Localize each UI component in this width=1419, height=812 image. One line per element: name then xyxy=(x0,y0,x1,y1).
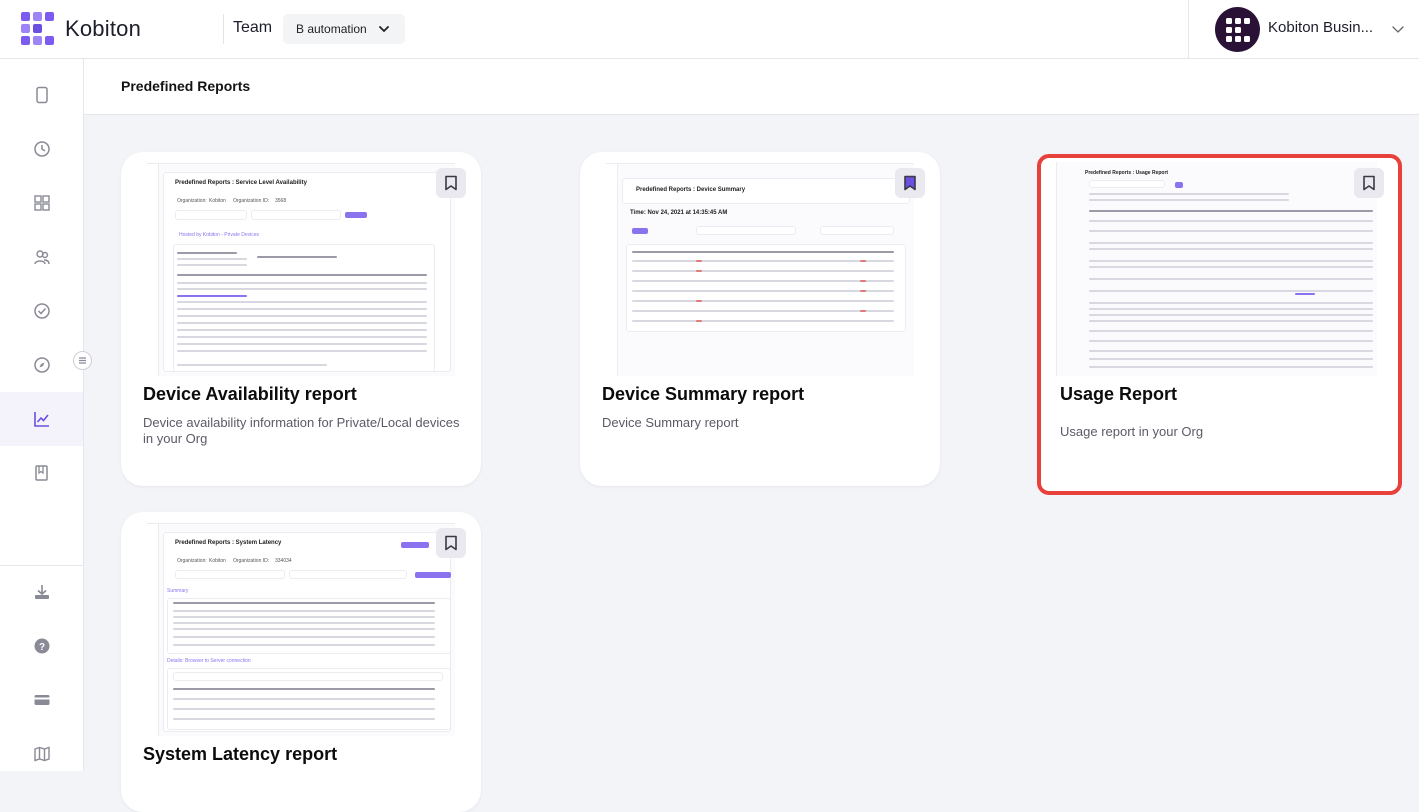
report-thumbnail: Predefined Reports : Device Summary Time… xyxy=(606,152,914,376)
users-icon xyxy=(33,250,50,265)
org-logo-icon xyxy=(1225,17,1250,42)
sidebar-item-users[interactable] xyxy=(0,230,83,284)
team-label: Team xyxy=(233,19,273,36)
download-icon xyxy=(34,585,49,599)
bookmark-icon xyxy=(904,175,916,191)
thumbnail-org-id-label: Organization ID: xyxy=(233,198,270,204)
menu-icon xyxy=(79,357,86,364)
report-card-usage[interactable]: Predefined Reports : Usage Report Usage … xyxy=(1037,154,1402,495)
sidebar-item-billing[interactable] xyxy=(0,673,83,727)
help-icon: ? xyxy=(34,638,49,654)
org-name[interactable]: Kobiton Busin... xyxy=(1268,19,1373,36)
chevron-down-icon xyxy=(379,26,389,33)
team-select-value: B automation xyxy=(296,22,367,36)
thumbnail-org-id-value: 334034 xyxy=(275,558,292,564)
sidebar-item-sessions[interactable] xyxy=(0,122,83,176)
check-circle-icon xyxy=(33,303,50,319)
thumbnail-org-label: Organization: xyxy=(177,558,207,564)
chart-icon xyxy=(33,412,49,427)
report-title: Usage Report xyxy=(1060,384,1178,404)
thumbnail-heading: Predefined Reports : Usage Report xyxy=(1085,170,1169,176)
thumbnail-heading: Predefined Reports : System Latency xyxy=(175,540,282,546)
sidebar-item-help[interactable]: ? xyxy=(0,619,83,673)
clock-icon xyxy=(33,141,50,157)
kobiton-logo-icon xyxy=(21,12,54,45)
chevron-down-icon[interactable] xyxy=(1391,22,1405,36)
report-title: Device Availability report xyxy=(143,384,357,404)
bookmark-button[interactable] xyxy=(1354,168,1384,198)
thumbnail-section: Details: Browser to Server connection xyxy=(167,658,251,664)
report-card-system-latency[interactable]: Predefined Reports : System Latency Orga… xyxy=(121,512,481,812)
divider xyxy=(223,14,224,44)
org-avatar[interactable] xyxy=(1215,7,1260,52)
thumbnail-section: Hosted by Kobiton - Private Devices xyxy=(179,232,260,238)
sidebar-item-download[interactable] xyxy=(0,565,83,619)
grid-icon xyxy=(33,195,50,211)
report-thumbnail: Predefined Reports : Usage Report xyxy=(1045,162,1377,376)
thumbnail-heading: Predefined Reports : Device Summary xyxy=(636,187,746,193)
thumbnail-org-value: Kobiton xyxy=(209,198,226,204)
sidebar-item-library[interactable] xyxy=(0,446,83,500)
thumbnail-time: Time: Nov 24, 2021 at 14:35:45 AM xyxy=(630,210,728,216)
page-header: Predefined Reports xyxy=(84,59,1419,115)
divider xyxy=(1188,0,1189,59)
bookmark-book-icon xyxy=(34,465,48,481)
thumbnail-heading: Predefined Reports : Service Level Avail… xyxy=(175,180,307,186)
card-icon xyxy=(34,695,49,705)
sidebar-item-tests[interactable] xyxy=(0,284,83,338)
kobiton-logo[interactable]: Kobiton xyxy=(21,12,141,45)
bookmark-button[interactable] xyxy=(436,168,466,198)
report-thumbnail: Predefined Reports : Service Level Avail… xyxy=(147,152,455,376)
bookmark-icon xyxy=(445,535,457,551)
sidebar-collapse-handle[interactable] xyxy=(73,351,92,370)
team-select[interactable]: B automation xyxy=(283,14,405,44)
svg-text:?: ? xyxy=(38,642,44,653)
sidebar-item-map[interactable] xyxy=(0,727,83,781)
report-title: Device Summary report xyxy=(602,384,805,404)
brand-name: Kobiton xyxy=(65,15,142,41)
report-card-device-availability[interactable]: Predefined Reports : Service Level Avail… xyxy=(121,152,481,486)
thumbnail-org-label: Organization: xyxy=(177,198,207,204)
report-description: Usage report in your Org xyxy=(1060,424,1204,439)
phone-icon xyxy=(35,86,48,104)
thumbnail-org-value: Kobiton xyxy=(209,558,226,564)
compass-icon xyxy=(33,357,50,373)
sidebar-item-reports[interactable] xyxy=(0,392,83,446)
sidebar: ? xyxy=(0,59,84,771)
thumbnail-org-id-label: Organization ID: xyxy=(233,558,270,564)
thumbnail-org-id-value: 3568 xyxy=(275,198,287,204)
report-card-device-summary[interactable]: Predefined Reports : Device Summary Time… xyxy=(580,152,940,486)
report-title: System Latency report xyxy=(143,744,338,764)
report-description: Device Summary report xyxy=(602,415,739,430)
bookmark-icon xyxy=(445,175,457,191)
top-bar: Kobiton Team B automation Kobiton Busin.… xyxy=(0,0,1419,59)
bookmark-button[interactable] xyxy=(436,528,466,558)
map-icon xyxy=(33,746,50,762)
bookmark-icon xyxy=(1363,175,1375,191)
sidebar-item-apps[interactable] xyxy=(0,176,83,230)
bookmark-button[interactable] xyxy=(895,168,925,198)
sidebar-item-explore[interactable] xyxy=(0,338,83,392)
thumbnail-section: Summary xyxy=(167,588,189,594)
page-title: Predefined Reports xyxy=(121,78,251,94)
report-description: Device availability information for Priv… xyxy=(143,415,460,446)
sidebar-item-devices[interactable] xyxy=(0,68,83,122)
report-thumbnail: Predefined Reports : System Latency Orga… xyxy=(147,512,455,736)
